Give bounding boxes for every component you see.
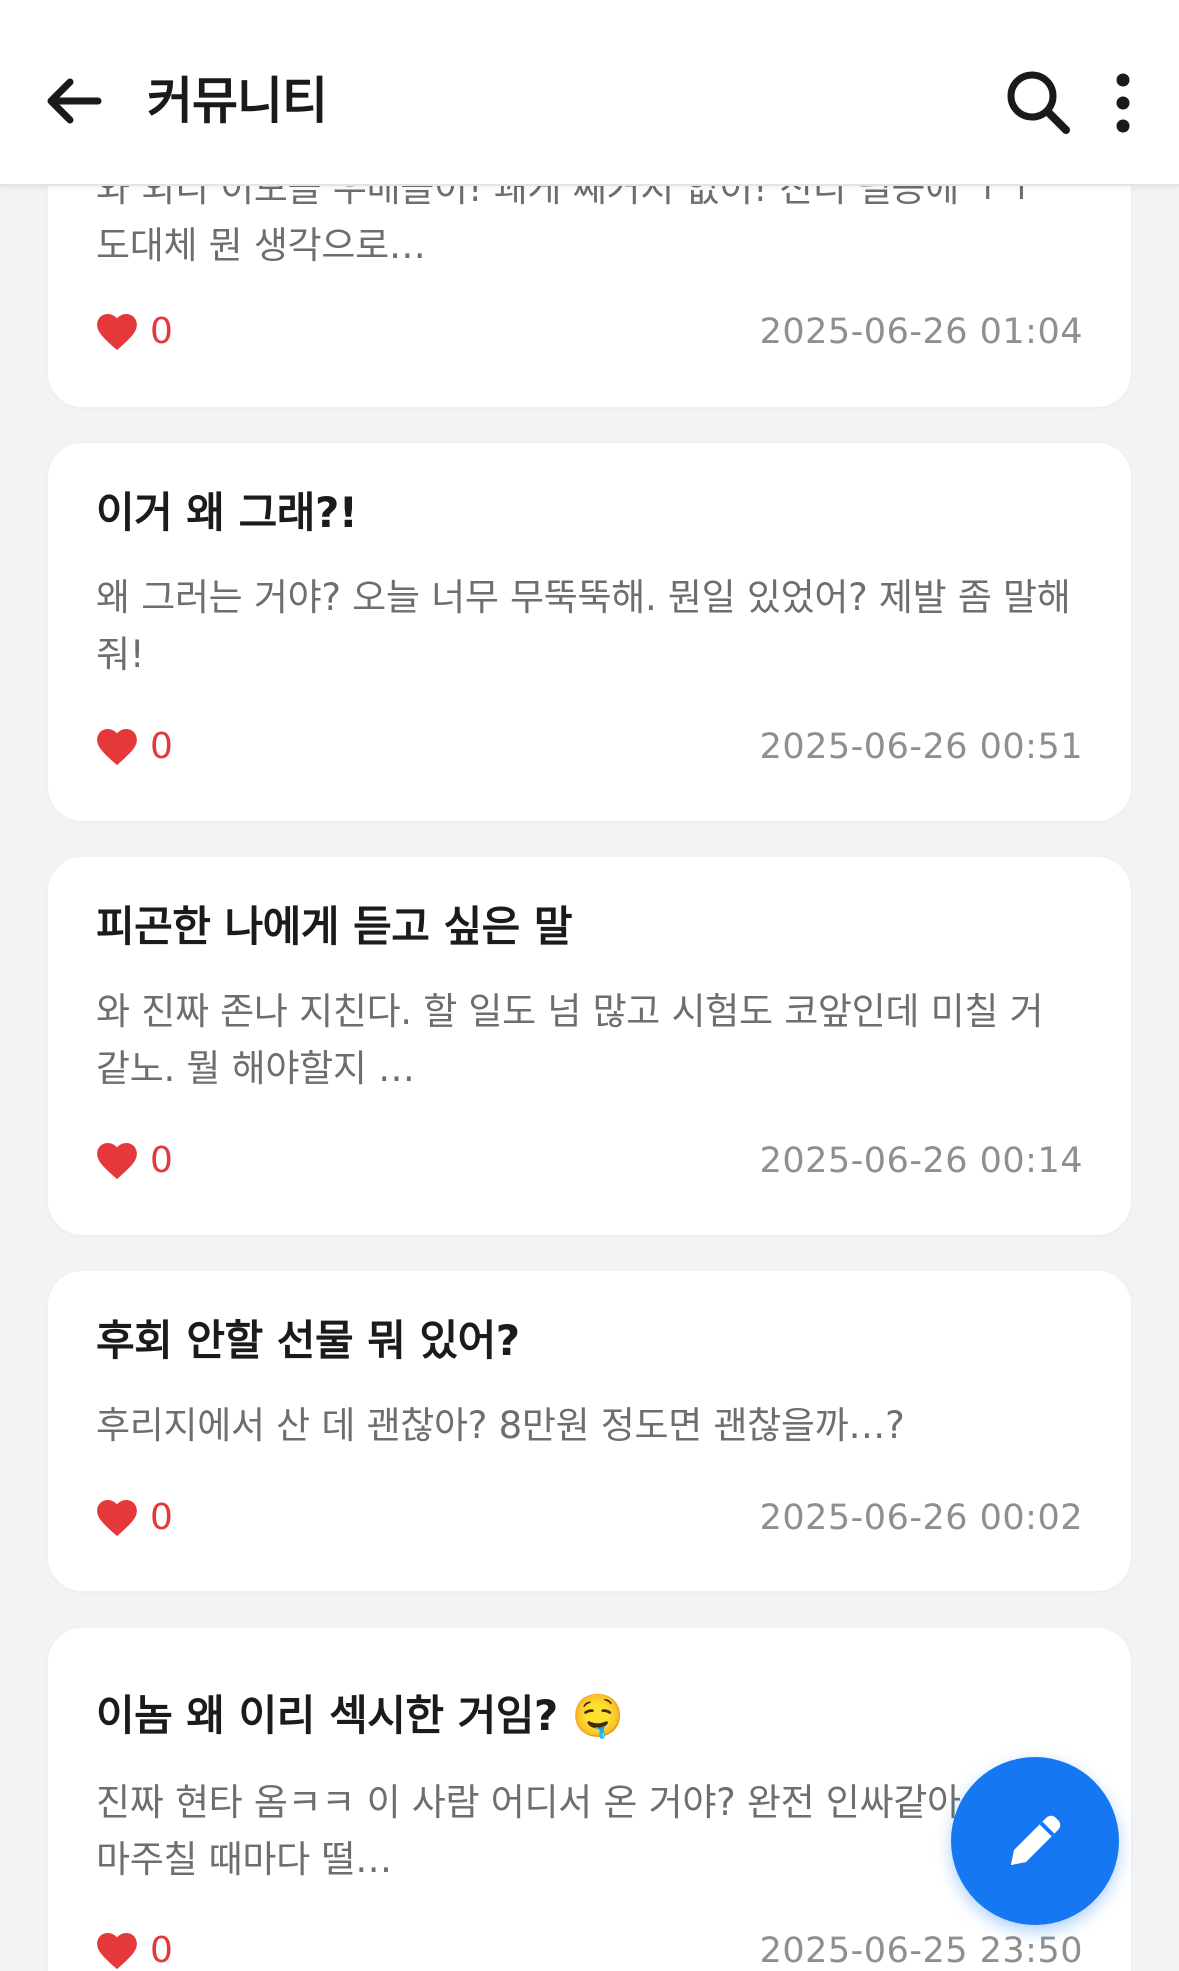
- post-date: 2025-06-25 23:50: [759, 1931, 1083, 1971]
- post-date: 2025-06-26 00:02: [759, 1498, 1083, 1538]
- post-footer: 0 2025-06-26 00:02: [96, 1493, 1083, 1543]
- post-preview: 후리지에서 산 데 괜찮아? 8만원 정도면 괜찮을까…?: [96, 1404, 905, 1447]
- post-footer: 0 2025-06-26 00:14: [96, 1136, 1083, 1186]
- back-button[interactable]: [40, 66, 110, 136]
- post-title: 피곤한 나에게 듣고 싶은 말: [96, 902, 573, 951]
- like-button[interactable]: 0: [96, 307, 173, 357]
- heart-icon: [97, 1143, 137, 1180]
- post-date: 2025-06-26 00:51: [759, 727, 1083, 767]
- post-footer: 0 2025-06-25 23:50: [96, 1926, 1083, 1971]
- post-title: 이거 왜 그래?!: [96, 488, 358, 537]
- post-footer: 0 2025-06-26 01:04: [96, 307, 1083, 357]
- community-screen: 와 외디 이모들 우배들이! 쾌게 째거지 없이! 진디 필공에 ㅜㅜ 도대체 …: [0, 0, 1179, 1971]
- like-count: 0: [150, 311, 173, 352]
- heart-icon: [97, 1500, 137, 1537]
- post-feed[interactable]: 와 외디 이모들 우배들이! 쾌게 째거지 없이! 진디 필공에 ㅜㅜ 도대체 …: [0, 0, 1179, 1971]
- post-card[interactable]: 피곤한 나에게 듣고 싶은 말 와 진짜 존나 지친다. 할 일도 넘 많고 시…: [48, 857, 1131, 1235]
- more-vertical-icon: [1116, 73, 1130, 133]
- post-card[interactable]: 후회 안할 선물 뭐 있어? 후리지에서 산 데 괜찮아? 8만원 정도면 괜찮…: [48, 1271, 1131, 1591]
- like-button[interactable]: 0: [96, 722, 173, 772]
- like-button[interactable]: 0: [96, 1136, 173, 1186]
- post-preview: 진짜 현타 옴ㅋㅋ 이 사람 어디서 온 거야? 완전 인싸같아 ㅇ! 눈 마주…: [96, 1781, 1066, 1881]
- like-count: 0: [150, 726, 173, 767]
- post-preview: 와 진짜 존나 지친다. 할 일도 넘 많고 시험도 코앞인데 미칠 거 같노.…: [96, 990, 1044, 1090]
- search-button[interactable]: [1000, 64, 1076, 140]
- post-title: 이놈 왜 이리 섹시한 거임? 🤤: [96, 1691, 624, 1740]
- post-date: 2025-06-26 01:04: [759, 312, 1083, 352]
- heart-icon: [97, 314, 137, 351]
- page-title: 커뮤니티: [147, 72, 328, 130]
- like-button[interactable]: 0: [96, 1926, 173, 1971]
- like-count: 0: [150, 1497, 173, 1538]
- heart-icon: [97, 1933, 137, 1970]
- more-button[interactable]: [1098, 66, 1148, 142]
- app-header: 커뮤니티: [0, 0, 1179, 186]
- write-post-button[interactable]: [951, 1757, 1119, 1925]
- post-footer: 0 2025-06-26 00:51: [96, 722, 1083, 772]
- post-card[interactable]: 이거 왜 그래?! 왜 그러는 거야? 오늘 너무 무뚝뚝해. 뭔일 있었어? …: [48, 443, 1131, 821]
- like-count: 0: [150, 1140, 173, 1181]
- post-preview: 왜 그러는 거야? 오늘 너무 무뚝뚝해. 뭔일 있었어? 제발 좀 말해줘!: [96, 576, 1071, 676]
- arrow-left-icon: [47, 78, 102, 124]
- pencil-icon: [1011, 1815, 1061, 1865]
- like-button[interactable]: 0: [96, 1493, 173, 1543]
- post-date: 2025-06-26 00:14: [759, 1141, 1083, 1181]
- heart-icon: [97, 729, 137, 766]
- search-icon: [1007, 71, 1070, 134]
- like-count: 0: [150, 1930, 173, 1971]
- post-title: 후회 안할 선물 뭐 있어?: [96, 1316, 520, 1365]
